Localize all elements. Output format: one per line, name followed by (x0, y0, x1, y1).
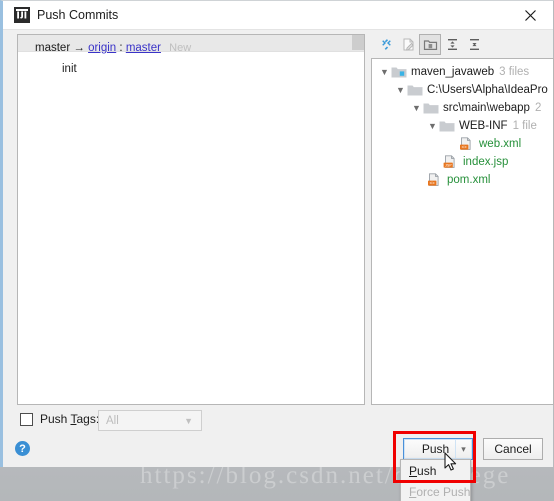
commit-message: init (62, 63, 77, 75)
push-dropdown-menu[interactable]: Push Force Push (400, 459, 471, 501)
push-tags-select[interactable]: All ▼ (98, 410, 202, 431)
menu-item-force-push-mnemonic: F (409, 484, 417, 499)
tree-node-label: maven_javaweb (411, 65, 495, 78)
tree-node-label: src\main\webapp (443, 101, 530, 114)
push-tags-checkbox[interactable] (20, 412, 33, 426)
edit-source-icon[interactable] (397, 34, 419, 55)
push-dropdown-toggle[interactable]: ▾ (455, 438, 473, 460)
tree-node-pom-xml[interactable]: <> pom.xml (427, 171, 490, 188)
menu-item-push-rest: ush (417, 463, 437, 478)
svg-text:<>: <> (462, 145, 468, 150)
commit-entry[interactable]: init (62, 62, 77, 76)
tree-node-label: index.jsp (463, 155, 509, 168)
collapse-all-icon[interactable] (463, 34, 485, 55)
new-branch-badge: New (169, 42, 192, 54)
chevron-down-icon[interactable]: ▼ (394, 83, 407, 97)
chevron-down-icon[interactable]: ▼ (378, 65, 391, 79)
menu-item-force-push-rest: orce Push (416, 484, 471, 499)
svg-text:JSP: JSP (445, 164, 453, 168)
push-tags-label-post: ags: (76, 412, 100, 426)
menu-item-force-push: Force Push (401, 481, 470, 501)
changed-files-tree[interactable]: ▼ maven_javaweb 3 files ▼ C:\Users\Alpha… (371, 58, 554, 405)
tree-node-maven-javaweb[interactable]: ▼ maven_javaweb 3 files (378, 63, 529, 80)
tree-node-label: web.xml (479, 137, 522, 150)
help-glyph: ? (19, 442, 26, 455)
remote-link[interactable]: origin (88, 42, 116, 54)
xml-file-icon: <> (427, 172, 443, 187)
close-icon[interactable] (508, 1, 553, 29)
group-by-directory-icon[interactable] (419, 34, 441, 55)
push-tags-row[interactable]: Push Tags: (20, 412, 99, 426)
help-icon[interactable]: ? (15, 441, 30, 456)
jsp-file-icon: JSP (443, 154, 459, 169)
push-button-label: Push (421, 442, 450, 456)
push-tags-label: Push Tags: (40, 412, 99, 426)
chevron-down-icon: ▼ (184, 415, 193, 426)
screen: https://blog.csdn.net/qini_gege Push Com… (0, 0, 554, 501)
chevron-down-icon: ▾ (461, 443, 466, 454)
folder-icon (407, 83, 423, 97)
tree-node-count: 1 file (512, 119, 537, 132)
arrow-glyph: → (73, 42, 85, 54)
tree-node-src-main-webapp[interactable]: ▼ src\main\webapp 2 (410, 99, 541, 116)
folder-icon (423, 101, 439, 115)
push-commits-dialog: Push Commits master → origin : master Ne… (0, 0, 554, 467)
tree-node-label: WEB-INF (459, 119, 508, 132)
remote-branch-link[interactable]: master (126, 42, 161, 54)
svg-text:<>: <> (430, 181, 436, 186)
chevron-down-icon[interactable]: ▼ (426, 119, 439, 133)
tree-node-web-xml[interactable]: <> web.xml (459, 135, 521, 152)
push-tags-label-pre: Push (40, 412, 71, 426)
tree-node-project-path[interactable]: ▼ C:\Users\Alpha\IdeaPro (394, 81, 553, 98)
tree-node-web-inf[interactable]: ▼ WEB-INF 1 file (426, 117, 537, 134)
tree-node-count: 2 (534, 101, 542, 114)
tree-node-index-jsp[interactable]: JSP index.jsp (443, 153, 508, 170)
separator-glyph: : (119, 42, 123, 54)
menu-item-push-mnemonic: P (409, 463, 418, 478)
tree-node-label: pom.xml (447, 173, 491, 186)
menu-item-push[interactable]: Push (401, 460, 470, 481)
expand-all-icon[interactable] (441, 34, 463, 55)
show-diff-icon[interactable] (375, 34, 397, 55)
file-tree-toolbar (371, 34, 554, 56)
module-folder-icon (391, 65, 407, 79)
push-target-row: master → origin : master New (35, 41, 191, 55)
tree-node-label: C:\Users\Alpha\IdeaPro (427, 83, 548, 96)
chevron-down-icon[interactable]: ▼ (410, 101, 423, 115)
commit-list-panel[interactable]: master → origin : master New init (17, 34, 365, 405)
push-tags-select-value: All (106, 414, 119, 427)
commit-list-scrollbar[interactable] (352, 35, 364, 50)
window-title: Push Commits (37, 8, 119, 22)
xml-file-icon: <> (459, 136, 475, 151)
tree-node-count: 3 files (499, 65, 530, 78)
intellij-idea-icon (14, 7, 30, 23)
local-branch-label: master (35, 42, 71, 54)
cancel-button-label: Cancel (494, 442, 532, 456)
cancel-button[interactable]: Cancel (483, 438, 543, 460)
title-bar: Push Commits (3, 1, 553, 30)
folder-icon (439, 119, 455, 133)
